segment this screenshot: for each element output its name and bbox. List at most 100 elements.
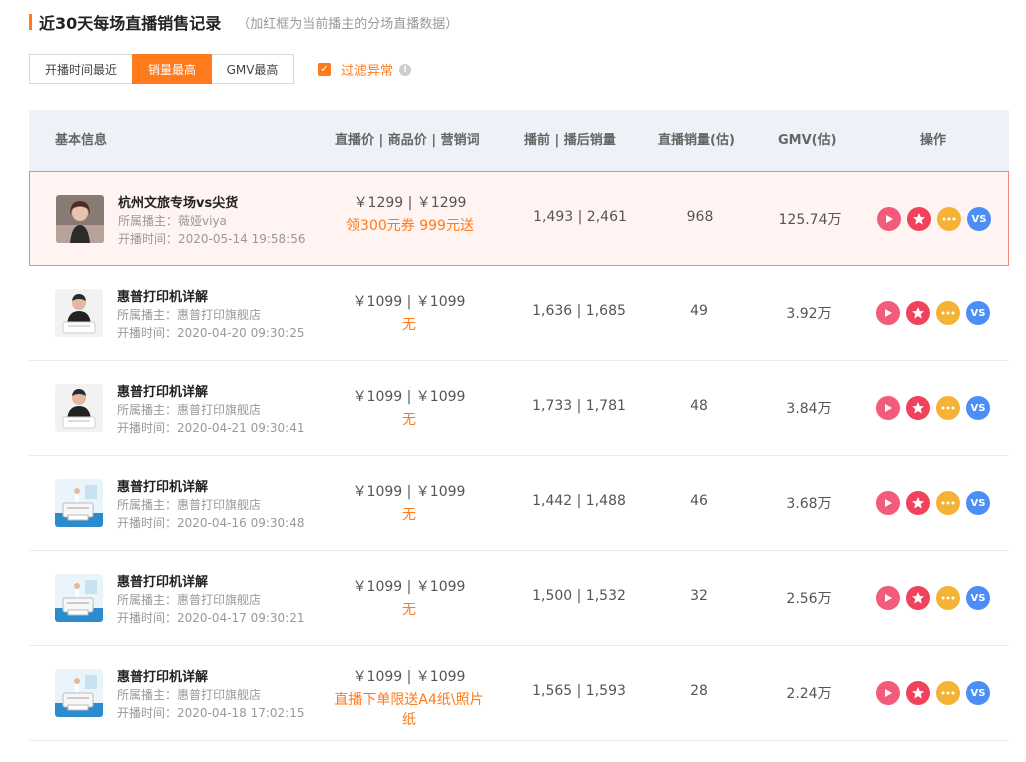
filter-abnormal[interactable]: ✓ 过滤异常 ! <box>318 60 412 79</box>
vs-label: VS <box>970 592 986 604</box>
time-line: 开播时间：2020-04-18 17:02:15 <box>117 704 304 720</box>
price-values: ￥1099 | ￥1099 <box>352 669 466 685</box>
live-sales: 46 <box>690 493 708 509</box>
more-icon[interactable] <box>936 396 960 420</box>
product-info: 惠普打印机详解 所属播主：惠普打印旗舰店 开播时间：2020-04-21 09:30… <box>117 381 304 435</box>
table-row[interactable]: 惠普打印机详解 所属播主：惠普打印旗舰店 开播时间：2020-04-20 09:30… <box>29 266 1009 361</box>
promo-text: 无 <box>402 317 416 333</box>
product-title[interactable]: 惠普打印机详解 <box>117 571 304 590</box>
sales-before-after: 1,442 | 1,488 <box>532 493 626 509</box>
row-actions: VS <box>876 586 996 610</box>
promo-text: 无 <box>402 602 416 618</box>
more-icon[interactable] <box>936 491 960 515</box>
filter-checkbox[interactable]: ✓ <box>318 63 331 76</box>
row-actions: VS <box>876 396 996 420</box>
time-label: 开播时间： <box>117 421 178 435</box>
table-row[interactable]: 惠普打印机详解所属播主：惠普打印旗舰店开播时间：2020-04-18 17:02… <box>29 646 1009 741</box>
product-title[interactable]: 惠普打印机详解 <box>117 381 304 400</box>
row-actions: VS <box>876 491 996 515</box>
time-label: 开播时间： <box>117 326 178 340</box>
price-cell: ￥1099 | ￥1099 无 <box>313 481 505 525</box>
product-title[interactable]: 惠普打印机详解 <box>117 286 304 305</box>
header-price: 直播价 | 商品价 | 营销词 <box>335 133 480 148</box>
play-icon[interactable] <box>877 207 901 231</box>
star-icon[interactable] <box>906 586 930 610</box>
sort-tab-recent[interactable]: 开播时间最近 <box>29 54 133 84</box>
product-thumbnail[interactable] <box>55 574 103 622</box>
owner-line: 所属播主：惠普打印旗舰店 <box>117 496 304 512</box>
product-title[interactable]: 惠普打印机详解 <box>117 476 304 495</box>
help-icon[interactable]: ! <box>399 63 412 76</box>
vs-label: VS <box>970 497 986 509</box>
vs-icon[interactable]: VS <box>966 301 990 325</box>
sort-tab-sales[interactable]: 销量最高 <box>132 54 212 84</box>
price-values: ￥1299 | ￥1299 <box>353 195 467 211</box>
live-sales: 48 <box>690 398 708 414</box>
filter-label: 过滤异常 <box>341 64 394 79</box>
star-icon[interactable] <box>906 681 930 705</box>
owner-label: 所属播主： <box>118 214 179 228</box>
more-icon[interactable] <box>936 301 960 325</box>
price-values: ￥1099 | ￥1099 <box>352 579 466 595</box>
table-row[interactable]: 惠普打印机详解 所属播主：惠普打印旗舰店 开播时间：2020-04-16 09:30… <box>29 456 1009 551</box>
sales-table: 基本信息 直播价 | 商品价 | 营销词 播前 | 播后销量 直播销量(估) G… <box>29 110 1009 741</box>
product-info: 惠普打印机详解 所属播主：惠普打印旗舰店 开播时间：2020-04-20 09:30… <box>117 286 304 340</box>
promo-text: 无 <box>402 507 416 523</box>
product-title[interactable]: 惠普打印机详解 <box>117 666 304 685</box>
product-thumbnail[interactable] <box>55 479 103 527</box>
row-actions: VS <box>877 207 997 231</box>
table-row[interactable]: 惠普打印机详解 所属播主：惠普打印旗舰店 开播时间：2020-04-21 09:30… <box>29 361 1009 456</box>
vs-icon[interactable]: VS <box>966 491 990 515</box>
product-thumbnail[interactable] <box>55 289 103 337</box>
owner-name[interactable]: 惠普打印旗舰店 <box>177 688 261 702</box>
start-time: 2020-04-21 09:30:41 <box>177 421 305 435</box>
more-icon[interactable] <box>936 681 960 705</box>
owner-name[interactable]: 薇娅viya <box>178 214 227 228</box>
table-row[interactable]: 杭州文旅专场vs尖货 所属播主：薇娅viya 开播时间：2020-05-14 19:… <box>29 171 1009 266</box>
section-title: 近30天每场直播销售记录 <box>39 14 222 33</box>
vs-icon[interactable]: VS <box>967 207 991 231</box>
price-values: ￥1099 | ￥1099 <box>352 484 466 500</box>
star-icon[interactable] <box>907 207 931 231</box>
star-icon[interactable] <box>906 396 930 420</box>
row-actions: VS <box>876 681 996 705</box>
owner-name[interactable]: 惠普打印旗舰店 <box>177 403 261 417</box>
owner-name[interactable]: 惠普打印旗舰店 <box>177 593 261 607</box>
sort-tab-gmv[interactable]: GMV最高 <box>211 54 294 84</box>
owner-label: 所属播主： <box>117 688 178 702</box>
more-icon[interactable] <box>937 207 961 231</box>
product-thumbnail[interactable] <box>55 669 103 717</box>
sort-tabs: 开播时间最近 销量最高 GMV最高 <box>29 54 294 84</box>
header-basic-info: 基本信息 <box>55 133 108 148</box>
vs-icon[interactable]: VS <box>966 586 990 610</box>
play-icon[interactable] <box>876 681 900 705</box>
gmv: 125.74万 <box>778 212 842 228</box>
star-icon[interactable] <box>906 301 930 325</box>
more-icon[interactable] <box>936 586 960 610</box>
product-thumbnail[interactable] <box>56 195 104 243</box>
gmv: 2.24万 <box>786 686 832 702</box>
start-time: 2020-04-18 17:02:15 <box>177 706 305 720</box>
vs-icon[interactable]: VS <box>966 681 990 705</box>
vs-icon[interactable]: VS <box>966 396 990 420</box>
play-icon[interactable] <box>876 586 900 610</box>
play-icon[interactable] <box>876 491 900 515</box>
owner-line: 所属播主：惠普打印旗舰店 <box>117 591 304 607</box>
table-row[interactable]: 惠普打印机详解 所属播主：惠普打印旗舰店 开播时间：2020-04-17 09:30… <box>29 551 1009 646</box>
sales-before-after: 1,500 | 1,532 <box>532 588 626 604</box>
live-sales: 28 <box>690 683 708 699</box>
product-title[interactable]: 杭州文旅专场vs尖货 <box>118 192 305 211</box>
owner-name[interactable]: 惠普打印旗舰店 <box>177 308 261 322</box>
price-cell: ￥1299 | ￥1299 领300元券 999元送 <box>314 192 506 236</box>
play-icon[interactable] <box>876 301 900 325</box>
star-icon[interactable] <box>906 491 930 515</box>
play-icon[interactable] <box>876 396 900 420</box>
product-thumbnail[interactable] <box>55 384 103 432</box>
owner-label: 所属播主： <box>117 498 178 512</box>
gmv: 2.56万 <box>786 591 832 607</box>
time-line: 开播时间：2020-04-21 09:30:41 <box>117 419 304 435</box>
gmv: 3.68万 <box>786 496 832 512</box>
vs-label: VS <box>971 213 987 225</box>
owner-name[interactable]: 惠普打印旗舰店 <box>177 498 261 512</box>
live-sales: 49 <box>690 303 708 319</box>
